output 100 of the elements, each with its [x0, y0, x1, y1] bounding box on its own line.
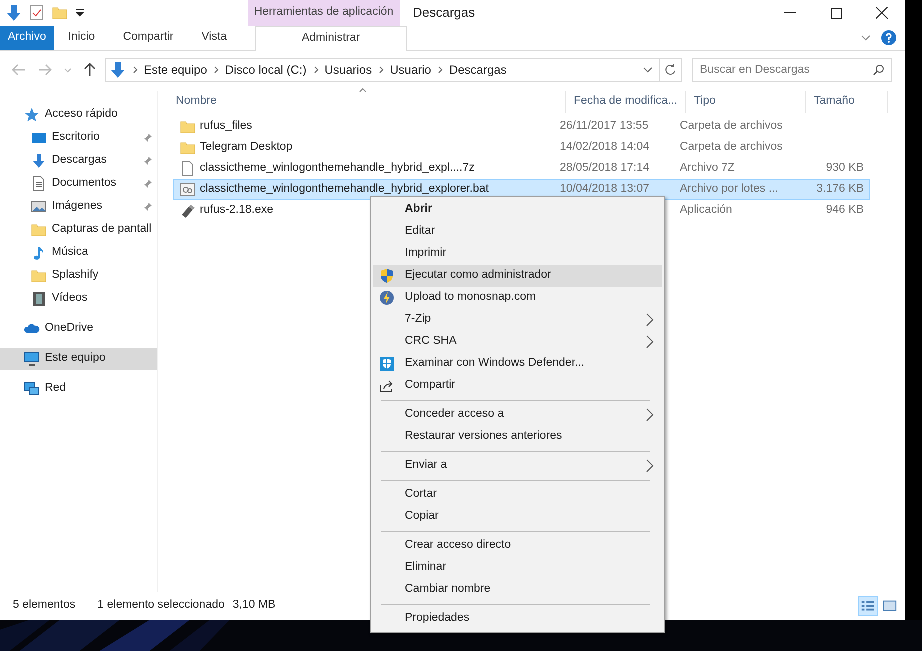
gears-icon: [180, 182, 196, 198]
share-icon: [379, 378, 395, 394]
menu-item[interactable]: Ejecutar como administrador: [373, 265, 662, 287]
computer-icon: [24, 351, 40, 367]
shield-icon: [379, 356, 395, 372]
ribbon-tab[interactable]: Archivo: [0, 26, 54, 50]
menu-item[interactable]: Cambiar nombre: [373, 579, 662, 601]
size-cell: 946 KB: [826, 204, 864, 216]
menu-item[interactable]: Copiar: [373, 506, 662, 528]
sidebar-label: Capturas de pantall: [52, 222, 153, 238]
sidebar-label: Este equipo: [45, 351, 107, 366]
breadcrumb[interactable]: Descargas: [449, 61, 507, 79]
monitor-icon: [31, 130, 47, 146]
ribbon-tab[interactable]: Vista: [188, 26, 242, 50]
type-cell: Aplicación: [680, 204, 732, 216]
ribbon-tab[interactable]: Inicio: [54, 26, 110, 50]
down-arrow-icon: [31, 153, 47, 169]
breadcrumb[interactable]: Usuario: [390, 61, 432, 79]
file-name[interactable]: classictheme_winlogonthemehandle_hybrid_expl....7z: [200, 160, 475, 178]
down-arrow-icon[interactable]: [6, 4, 22, 22]
menu-item[interactable]: Cortar: [373, 484, 662, 506]
sidebar-item[interactable]: Acceso rápido: [0, 104, 157, 126]
ribbon-tab[interactable]: Compartir: [109, 26, 188, 50]
file-name[interactable]: classictheme_winlogonthemehandle_hybrid_explorer.bat: [200, 180, 489, 198]
chevron-right-icon: [646, 313, 654, 327]
chevron-right-icon: [646, 335, 654, 349]
breadcrumb[interactable]: Usuarios: [324, 61, 372, 79]
menu-item[interactable]: Upload to monosnap.com: [373, 287, 662, 309]
column-header[interactable]: Tipo: [686, 91, 806, 113]
sidebar-item[interactable]: Descargas: [0, 150, 157, 172]
status-text: 1 elemento seleccionado: [98, 598, 225, 614]
up-arrow-icon[interactable]: [84, 63, 96, 77]
sidebar-label: Red: [45, 381, 68, 396]
search-icon: [873, 64, 885, 76]
menu-item[interactable]: Imprimir: [373, 243, 662, 265]
help-icon[interactable]: [881, 30, 897, 46]
menu-item[interactable]: Compartir: [373, 375, 662, 397]
ribbon-tab[interactable]: Administrar: [255, 26, 408, 51]
refresh-button[interactable]: [660, 58, 682, 82]
folder-icon: [52, 5, 68, 21]
status-text: 5 elementos: [13, 598, 76, 614]
folder-icon: [180, 140, 196, 156]
sidebar-label: Acceso rápido: [45, 107, 119, 122]
column-header[interactable]: Nombre: [173, 91, 566, 113]
menu-item[interactable]: Eliminar: [373, 557, 662, 579]
sidebar-item[interactable]: Vídeos: [0, 288, 157, 310]
sidebar-item[interactable]: OneDrive: [0, 318, 157, 340]
film-icon: [31, 291, 47, 307]
down-arrow-icon: [110, 61, 126, 79]
menu-item[interactable]: Enviar a: [373, 455, 662, 477]
menu-item[interactable]: Propiedades: [373, 608, 662, 630]
dropdown-icon[interactable]: [76, 9, 84, 17]
sidebar-item[interactable]: Documentos: [0, 173, 157, 195]
menu-item[interactable]: Restaurar versiones anteriores: [373, 426, 662, 448]
chevron-down-icon[interactable]: [643, 67, 653, 73]
file-name[interactable]: Telegram Desktop: [200, 138, 293, 156]
menu-item[interactable]: Crear acceso directo: [373, 535, 662, 557]
image-icon: [31, 199, 47, 215]
selected-file-row[interactable]: classictheme_winlogonthemehandle_hybrid_explorer.bat 10/04/2018 13:07 Archivo por lotes ... 3.176 KB: [173, 179, 870, 200]
details-view-button[interactable]: [858, 596, 878, 616]
maximize-icon: [830, 8, 842, 18]
breadcrumb[interactable]: Disco local (C:): [225, 61, 307, 79]
sidebar-item[interactable]: Capturas de pantall: [0, 219, 157, 241]
chevron-right-icon: [646, 408, 654, 422]
sidebar-item[interactable]: Este equipo: [0, 348, 157, 370]
menu-item[interactable]: Examinar con Windows Defender...: [373, 353, 662, 375]
sidebar-item[interactable]: Imágenes: [0, 196, 157, 218]
sidebar-item[interactable]: Música: [0, 242, 157, 264]
address-bar[interactable]: Este equipo Disco local (C:) Usuarios Usuario Descargas: [105, 58, 660, 82]
sidebar-item[interactable]: Escritorio: [0, 127, 157, 149]
blank-file-icon: [180, 160, 196, 176]
thumbnail-view-icon: [882, 598, 898, 614]
sidebar-item[interactable]: Splashify: [0, 265, 157, 287]
chevron-down-icon[interactable]: [861, 35, 871, 41]
close-icon: [876, 7, 888, 19]
breadcrumb[interactable]: Este equipo: [144, 61, 208, 79]
type-cell: Carpeta de archivos: [680, 140, 783, 153]
checklist-icon[interactable]: [30, 5, 44, 21]
sidebar-label: Splashify: [52, 268, 100, 284]
menu-item[interactable]: 7-Zip: [373, 309, 662, 331]
sidebar-item[interactable]: Red: [0, 378, 157, 400]
menu-item[interactable]: CRC SHA: [373, 331, 662, 353]
search-field[interactable]: Buscar en Descargas: [692, 58, 892, 82]
file-name[interactable]: rufus-2.18.exe: [200, 202, 274, 220]
minimize-icon: [784, 12, 796, 14]
date-cell: 14/02/2018 14:04: [560, 140, 650, 153]
file-name[interactable]: rufus_files: [200, 118, 252, 136]
menu-item[interactable]: Conceder acceso a: [373, 404, 662, 426]
sidebar-label: Imágenes: [52, 199, 104, 214]
menu-item[interactable]: Abrir: [373, 199, 662, 221]
refresh-icon: [664, 64, 676, 76]
document-icon: [31, 176, 47, 192]
sidebar-label: Música: [52, 245, 90, 260]
sort-caret-icon: [359, 88, 367, 93]
folder-icon: [31, 222, 47, 238]
menu-item[interactable]: Editar: [373, 221, 662, 243]
status-text: 3,10 MB: [232, 598, 276, 614]
column-header[interactable]: Tamaño: [806, 91, 888, 113]
sidebar-label: Descargas: [52, 153, 108, 168]
column-header[interactable]: Fecha de modifica...: [566, 91, 686, 113]
